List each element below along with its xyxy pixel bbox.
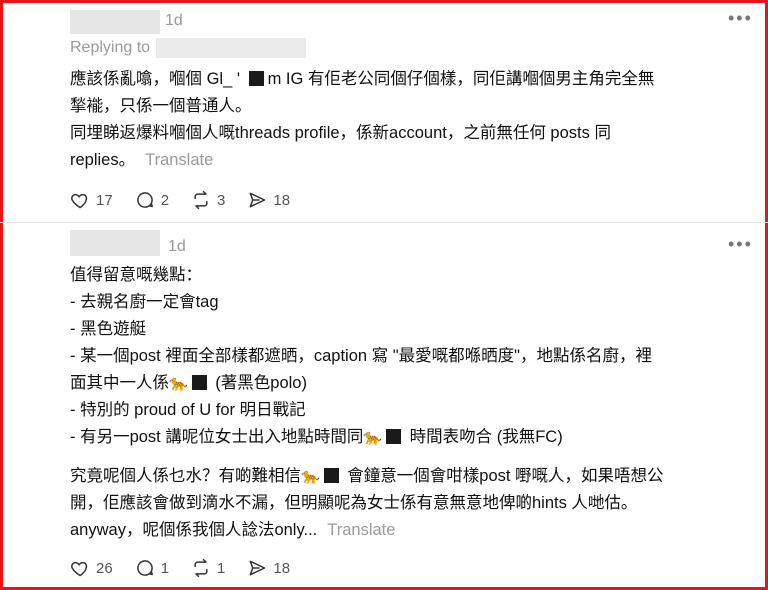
heart-icon (71, 193, 88, 209)
post-line: - 黑色遊艇 (70, 320, 147, 338)
post-divider (0, 222, 768, 223)
tiger-emoji: 🐆 (363, 429, 383, 446)
repost-button[interactable]: 1 (191, 558, 225, 578)
post-line: (著黑色polo) (210, 374, 307, 392)
repost-count: 1 (217, 559, 226, 577)
share-button[interactable]: 18 (247, 190, 290, 210)
comment-icon (136, 192, 153, 208)
like-count: 17 (96, 191, 113, 209)
post-line: - 某一個post 裡面全部樣都遮晒，caption 寫 "最愛嘅都喺晒度"，地… (70, 347, 652, 365)
comment-count: 2 (160, 191, 170, 209)
tiger-emoji: 🐆 (301, 468, 320, 485)
translate-link[interactable]: Translate (327, 521, 395, 539)
share-icon (249, 192, 266, 208)
comment-button[interactable]: 2 (135, 190, 169, 210)
post-body: 值得留意嘅幾點： - 去親名廚一定會tag - 黑色遊艇 - 某一個post 裡… (70, 262, 755, 544)
repost-icon (194, 190, 208, 210)
post-line: 應該係亂噏，嗰個 Gl_ ' (70, 70, 245, 88)
post-time: 1d (168, 238, 186, 255)
post-actions: 26 1 1 18 (70, 558, 312, 578)
tiger-emoji: 🐆 (169, 375, 188, 392)
replying-to-username-redacted (156, 38, 307, 58)
repost-count: 3 (217, 191, 226, 209)
post-line: 究竟呢個人係乜水？有啲難相信 (70, 467, 301, 485)
post-body: 應該係亂噏，嗰個 Gl_ ' m IG 有佢老公同個仔個樣，同佢講嗰個男主角完全… (70, 66, 755, 174)
replying-to-label: Replying to (70, 39, 151, 57)
post-line: - 特別的 proud of U for 明日戰記 (70, 401, 306, 419)
replying-to[interactable]: Replying to (70, 38, 307, 58)
post-line: 開，佢應該會做到滴水不漏，但明顯呢為女士係有意無意地俾啲hints 人哋估。 (70, 494, 638, 512)
share-count: 18 (273, 559, 291, 577)
avatar-redacted (70, 230, 160, 256)
share-icon (249, 560, 266, 576)
post-line: 面其中一人係 (70, 374, 169, 392)
comment-icon (136, 560, 153, 576)
repost-button[interactable]: 3 (191, 190, 225, 210)
more-icon[interactable]: ••• (728, 234, 753, 255)
post-line: 值得留意嘅幾點： (70, 266, 202, 284)
like-button[interactable]: 26 (70, 558, 113, 578)
avatar-redacted (70, 10, 160, 34)
more-icon[interactable]: ••• (728, 8, 753, 29)
like-count: 26 (96, 559, 113, 577)
post-line: - 有另一post 講呢位女士出入地點時間同 (70, 428, 364, 446)
redaction-block (248, 71, 264, 86)
share-count: 18 (273, 191, 291, 209)
heart-icon (71, 561, 88, 577)
redaction-block (323, 468, 339, 483)
like-button[interactable]: 17 (70, 190, 113, 210)
share-button[interactable]: 18 (247, 558, 290, 578)
post-line: - 去親名廚一定會tag (70, 293, 219, 311)
post-actions: 17 2 3 18 (70, 190, 312, 210)
post-line: 會鐘意一個會咁樣post 嘢嘅人，如果唔想公 (342, 467, 664, 485)
redaction-block (386, 429, 402, 444)
post-line: m IG 有佢老公同個仔個樣，同佢講嗰個男主角完全無 (267, 70, 655, 88)
post-line: replies。 (70, 151, 136, 169)
post-line: 揫褦，只係一個普通人。 (70, 97, 252, 115)
repost-icon (194, 558, 208, 578)
post-line: 同埋睇返爆料嗰個人嘅threads profile，係新account，之前無任… (70, 124, 611, 142)
comment-count: 1 (160, 559, 170, 577)
post-time: 1d (165, 12, 183, 29)
comment-button[interactable]: 1 (135, 558, 169, 578)
redaction-block (191, 375, 207, 390)
post-line: 時間表吻合 (我無FC) (405, 428, 563, 446)
post-line: anyway，呢個係我個人諗法only... (70, 521, 318, 539)
translate-link[interactable]: Translate (145, 151, 213, 169)
